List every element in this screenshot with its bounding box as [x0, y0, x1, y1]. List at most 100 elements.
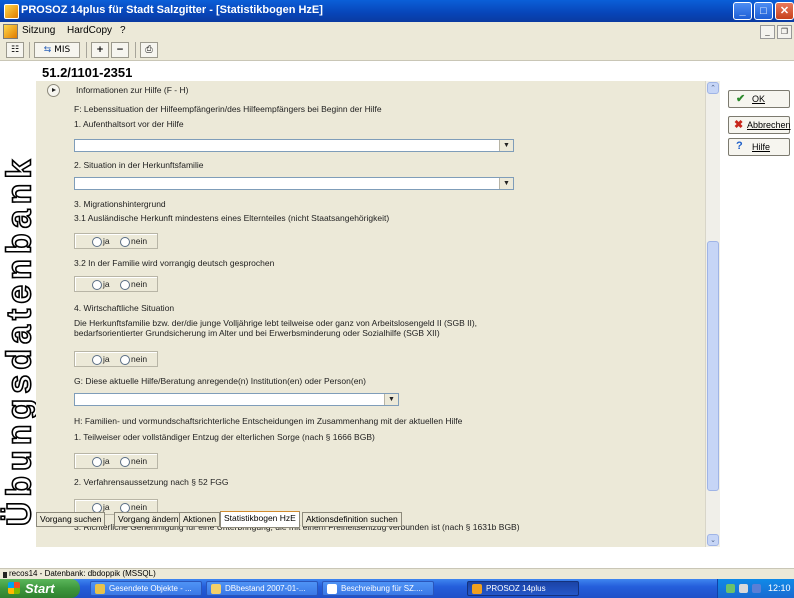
toolbar-separator: [86, 42, 87, 58]
help-label: Hilfe: [752, 142, 771, 152]
h2-label: 2. Verfahrensaussetzung nach § 52 FGG: [74, 477, 229, 487]
main-area: 51.2/1101-2351 Übungsdatenbank Informati…: [0, 61, 794, 568]
h1-radio-group: ja nein: [74, 453, 158, 469]
toolbar-separator: [135, 42, 136, 58]
q32-ja-radio[interactable]: [92, 280, 102, 290]
taskbar-item-folder[interactable]: DBbestand 2007-01-...: [206, 581, 318, 596]
h2-ja-label: ja: [103, 502, 110, 512]
network-icon: ⇆: [43, 45, 52, 55]
menu-bar: Sitzung HardCopy ? _ ❐: [0, 22, 794, 40]
scroll-up-icon[interactable]: ⌃: [707, 82, 719, 94]
chevron-down-icon[interactable]: ▼: [384, 394, 398, 405]
network-tray-icon[interactable]: [726, 584, 735, 593]
h1-nein-radio[interactable]: [120, 457, 130, 467]
h2-nein-label: nein: [131, 502, 148, 512]
g-combo[interactable]: ▼: [74, 393, 399, 406]
taskbar-item-label: DBbestand 2007-01-...: [225, 584, 306, 593]
taskbar-item-outlook[interactable]: Gesendete Objekte - ...: [90, 581, 202, 596]
form-scrollbar[interactable]: ⌃ ⌄: [705, 81, 720, 547]
remove-icon[interactable]: −: [111, 42, 129, 58]
start-button[interactable]: Start: [0, 579, 80, 598]
section-g-title: G: Diese aktuelle Hilfe/Beratung anregen…: [74, 376, 366, 386]
q32-ja-label: ja: [103, 279, 110, 289]
h1-ja-label: ja: [103, 456, 110, 466]
toolbar: ☷ ⇆ MIS + − ⎙: [0, 40, 794, 61]
tools-tray-icon[interactable]: [739, 584, 748, 593]
statistics-form: Informationen zur Hilfe (F - H) F: Leben…: [36, 81, 720, 547]
question-icon: ?: [736, 140, 743, 152]
help-button[interactable]: ? Hilfe: [728, 138, 790, 156]
q4-text-line1: Die Herkunftsfamilie bzw. der/die junge …: [74, 318, 478, 328]
outlook-icon: [95, 584, 105, 594]
section-h-title: H: Familien- und vormundschaftsrichterli…: [74, 416, 463, 426]
mis-button[interactable]: ⇆ MIS: [34, 42, 80, 58]
tab-statistikbogen-hze[interactable]: Statistikbogen HzE: [220, 511, 300, 528]
cross-icon: ✖: [734, 119, 744, 131]
prosoz-app-icon: [472, 584, 482, 594]
q4-label: 4. Wirtschaftliche Situation: [74, 303, 175, 313]
q31-label: 3.1 Ausländische Herkunft mindestens ein…: [74, 213, 390, 223]
toolbar-separator: [29, 42, 30, 58]
checkmark-icon: ✔: [736, 93, 746, 105]
q1-combo[interactable]: ▼: [74, 139, 514, 152]
taskbar: Start Gesendete Objekte - ... DBbestand …: [0, 579, 794, 598]
windows-logo-icon: [8, 582, 20, 594]
q2-combo[interactable]: ▼: [74, 177, 514, 190]
mdi-minimize-button[interactable]: _: [760, 25, 775, 39]
h1-nein-label: nein: [131, 456, 148, 466]
ok-label: OK: [752, 94, 766, 104]
record-id: 51.2/1101-2351: [42, 65, 133, 80]
q4-nein-radio[interactable]: [120, 355, 130, 365]
restore-button[interactable]: □: [754, 2, 773, 20]
clock[interactable]: 12:10: [768, 583, 791, 593]
status-indicator-icon: [3, 572, 7, 578]
q3-label: 3. Migrationshintergrund: [74, 199, 166, 209]
q4-ja-radio[interactable]: [92, 355, 102, 365]
taskbar-item-label: Beschreibung für SZ....: [341, 584, 423, 593]
cancel-label: Abbrechen: [747, 120, 791, 130]
section-header: Informationen zur Hilfe (F - H): [76, 85, 189, 95]
q4-radio-group: ja nein: [74, 351, 158, 367]
scroll-down-icon[interactable]: ⌄: [707, 534, 719, 546]
add-icon[interactable]: +: [91, 42, 109, 58]
menu-sitzung[interactable]: Sitzung: [22, 25, 55, 36]
menu-help[interactable]: ?: [120, 25, 126, 36]
q32-nein-radio[interactable]: [120, 280, 130, 290]
tab-aktionsdefinition-suchen[interactable]: Aktionsdefinition suchen: [302, 512, 402, 527]
tree-view-icon[interactable]: ☷: [6, 42, 24, 58]
taskbar-item-prosoz[interactable]: PROSOZ 14plus: [467, 581, 579, 596]
word-icon: [327, 584, 337, 594]
q4-text-line2: bedarfsorientierter Grundsicherung im Al…: [74, 328, 440, 338]
q31-nein-radio[interactable]: [120, 237, 130, 247]
cancel-button[interactable]: ✖ Abbrechen: [728, 116, 791, 134]
folder-icon: [211, 584, 221, 594]
print-icon[interactable]: ⎙: [140, 42, 158, 58]
window-title: PROSOZ 14plus für Stadt Salzgitter - [St…: [21, 4, 323, 16]
tab-vorgang-suchen[interactable]: Vorgang suchen: [36, 512, 106, 527]
taskbar-item-label: Gesendete Objekte - ...: [109, 584, 192, 593]
mdi-restore-button[interactable]: ❐: [777, 25, 792, 39]
expand-icon[interactable]: [47, 84, 60, 97]
menu-hardcopy[interactable]: HardCopy: [67, 25, 112, 36]
tab-aktionen[interactable]: Aktionen: [179, 512, 221, 527]
chevron-down-icon[interactable]: ▼: [499, 140, 513, 151]
chevron-down-icon[interactable]: ▼: [499, 178, 513, 189]
taskbar-item-word[interactable]: Beschreibung für SZ....: [322, 581, 434, 596]
ok-button[interactable]: ✔ OK: [728, 90, 790, 108]
q31-nein-label: nein: [131, 236, 148, 246]
status-text: recos14 - Datenbank: dbdoppik (MSSQL): [9, 569, 156, 578]
scroll-thumb[interactable]: [707, 241, 719, 491]
q4-ja-label: ja: [103, 354, 110, 364]
q4-nein-label: nein: [131, 354, 148, 364]
document-icon[interactable]: [3, 24, 18, 39]
shield-tray-icon[interactable]: [752, 584, 761, 593]
q31-radio-group: ja nein: [74, 233, 158, 249]
q1-label: 1. Aufenthaltsort vor der Hilfe: [74, 119, 184, 129]
minimize-button[interactable]: _: [733, 2, 752, 20]
h1-ja-radio[interactable]: [92, 457, 102, 467]
q2-label: 2. Situation in der Herkunftsfamilie: [74, 160, 204, 170]
q31-ja-radio[interactable]: [92, 237, 102, 247]
close-button[interactable]: ✕: [775, 2, 794, 20]
watermark-text: Übungsdatenbank: [0, 154, 39, 527]
tab-vorgang-aendern[interactable]: Vorgang ändern: [114, 512, 183, 527]
